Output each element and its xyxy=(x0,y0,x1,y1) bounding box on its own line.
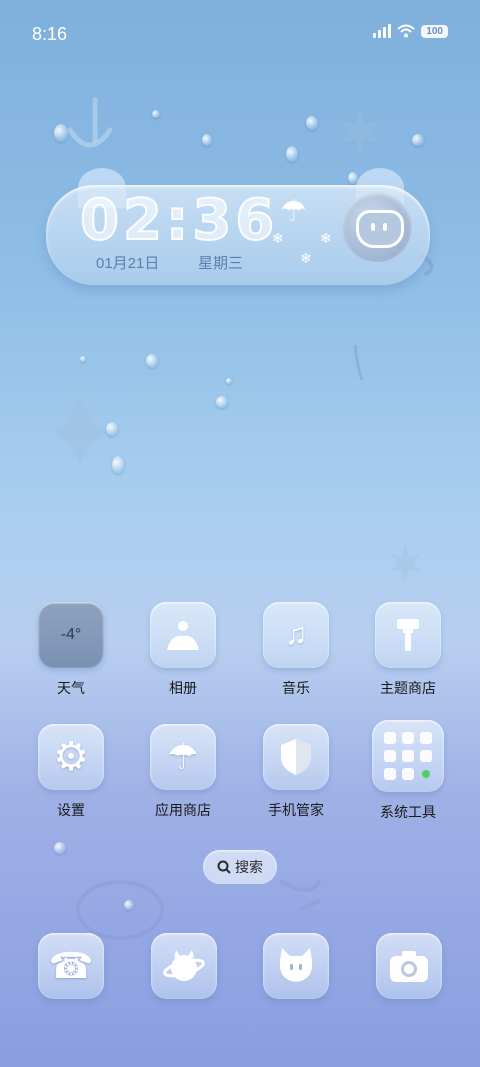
raindrop-decoration xyxy=(112,456,124,474)
app-system-tools[interactable]: 系统工具 xyxy=(353,720,463,822)
dock-browser[interactable] xyxy=(151,933,217,999)
raindrop-decoration xyxy=(412,134,424,146)
folder-app-grid xyxy=(384,732,432,780)
app-label: 手机管家 xyxy=(268,802,324,818)
search-icon xyxy=(217,860,231,874)
cat-eye xyxy=(371,223,375,231)
wifi-icon xyxy=(397,24,415,38)
raindrop-decoration xyxy=(286,146,298,162)
app-label: 相册 xyxy=(169,680,197,696)
phone-icon: ☎ xyxy=(48,945,94,986)
app-label: 系统工具 xyxy=(380,804,436,820)
search-label: 搜索 xyxy=(235,859,263,875)
status-bar: 8:16 100 xyxy=(0,0,480,68)
app-label: 天气 xyxy=(57,680,85,696)
dock-messages[interactable] xyxy=(263,933,329,999)
raindrop-decoration xyxy=(54,842,66,854)
wallpaper-decoration xyxy=(50,97,434,940)
clock-date: 01月21日 xyxy=(96,255,160,272)
theme-store-icon xyxy=(375,602,441,668)
app-theme-store[interactable]: 主题商店 xyxy=(353,602,463,698)
raindrop-decoration xyxy=(54,124,68,142)
app-settings[interactable]: ⚙ 设置 xyxy=(16,724,126,820)
snowflake-icon: ❄ xyxy=(320,230,332,246)
app-music[interactable]: ♫ 音乐 xyxy=(241,602,351,698)
shield-icon xyxy=(263,724,329,790)
settings-gear-icon: ⚙ xyxy=(38,724,104,790)
app-label: 主题商店 xyxy=(380,680,436,696)
cat-face-icon xyxy=(356,210,404,248)
snowflake-icon: ❄ xyxy=(300,250,312,266)
umbrella-icon: ☂ xyxy=(166,736,200,777)
snowflake-icon: ❄ xyxy=(272,230,284,246)
music-note-icon: ♫ xyxy=(284,618,308,651)
weather-icon: -4° xyxy=(38,602,104,668)
signal-icon xyxy=(373,24,392,38)
weather-temperature: -4° xyxy=(60,626,82,643)
camera-icon xyxy=(390,951,428,982)
app-label: 设置 xyxy=(57,802,85,818)
raindrop-decoration xyxy=(216,396,228,408)
battery-icon: 100 xyxy=(421,24,448,38)
dock-camera[interactable] xyxy=(376,933,442,999)
app-label: 应用商店 xyxy=(155,802,211,818)
messages-cat-icon xyxy=(279,948,313,982)
raindrop-decoration xyxy=(152,110,160,118)
app-phone-manager[interactable]: 手机管家 xyxy=(241,724,351,820)
search-button[interactable]: 搜索 xyxy=(203,850,277,884)
cat-eye xyxy=(383,223,387,231)
app-label: 音乐 xyxy=(282,680,310,696)
raindrop-decoration xyxy=(306,116,318,130)
clock-weekday: 星期三 xyxy=(198,255,244,272)
gear-icon: ⚙ xyxy=(53,735,89,779)
raindrop-decoration xyxy=(80,356,86,362)
raindrop-decoration xyxy=(124,900,134,910)
raindrop-decoration xyxy=(202,134,212,146)
system-tools-folder-icon xyxy=(372,720,444,792)
browser-planet-icon xyxy=(163,950,205,981)
cat-avatar-icon[interactable] xyxy=(342,192,412,262)
app-app-store[interactable]: ☂ 应用商店 xyxy=(128,724,238,820)
status-icons: 100 xyxy=(373,24,448,38)
umbrella-icon: ☂ xyxy=(280,195,307,228)
app-weather[interactable]: -4° 天气 xyxy=(16,602,126,698)
raindrop-decoration xyxy=(106,422,118,436)
app-gallery[interactable]: 相册 xyxy=(128,602,238,698)
dock-phone[interactable]: ☎ xyxy=(38,933,104,999)
gallery-icon xyxy=(150,602,216,668)
raindrop-decoration xyxy=(226,378,232,384)
app-store-umbrella-icon: ☂ xyxy=(150,724,216,790)
clock-time: 02:36 xyxy=(79,187,279,254)
music-icon: ♫ xyxy=(263,602,329,668)
status-time: 8:16 xyxy=(32,24,68,44)
raindrop-decoration xyxy=(146,354,158,368)
